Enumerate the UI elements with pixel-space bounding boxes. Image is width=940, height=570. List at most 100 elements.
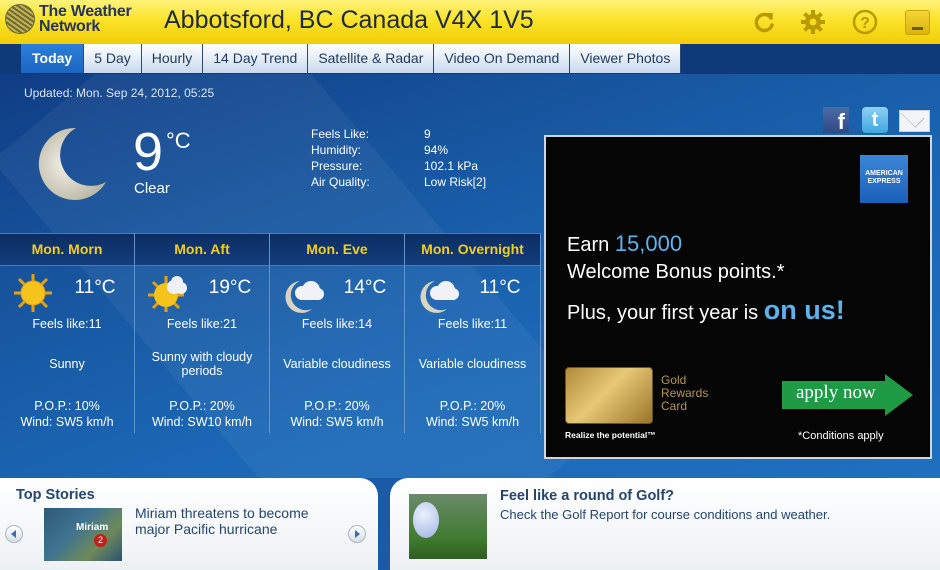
help-icon[interactable]: ?: [852, 9, 878, 35]
ad-headline-2: Welcome Bonus points.*: [567, 261, 785, 283]
tab-hourly[interactable]: Hourly: [141, 44, 204, 73]
detail-label: Feels Like:: [311, 127, 370, 141]
tab-viewer-photos[interactable]: Viewer Photos: [570, 44, 682, 73]
period-wind: Wind: SW5 km/h: [20, 415, 114, 429]
period-feels-like: Feels like:14: [301, 317, 373, 331]
logo-line-2: Network: [39, 18, 101, 35]
period-pop: P.O.P.: 20%: [304, 399, 370, 413]
period-pop-wind: P.O.P.: 10% Wind: SW5 km/h: [0, 398, 134, 430]
weather-network-logo: The Weather Network: [5, 3, 132, 35]
story-headline-link[interactable]: Miriam threatens to become major Pacific…: [135, 505, 309, 537]
arrow-right-icon: [885, 374, 913, 416]
app-header: The Weather Network Abbotsford, BC Canad…: [0, 0, 940, 44]
sun-cloud-icon: [148, 276, 187, 312]
forecast-periods: Mon. Morn 11°C Feels like:11 Sunny P.O.P…: [0, 233, 541, 433]
golf-title[interactable]: Feel like a round of Golf?: [500, 488, 674, 504]
card-name: Gold Rewards Card: [661, 374, 708, 413]
period-description: Sunny with cloudy periods: [151, 350, 253, 378]
tab-5-day[interactable]: 5 Day: [84, 44, 142, 73]
period-pop-wind: P.O.P.: 20% Wind: SW5 km/h: [405, 398, 540, 430]
ad-text: Plus, your first year is: [567, 302, 764, 324]
detail-label: Humidity:: [311, 143, 362, 157]
period-title: Mon. Aft: [135, 233, 269, 266]
nav-tabs: Today 5 Day Hourly 14 Day Trend Satellit…: [21, 44, 682, 73]
period-wind: Wind: SW5 km/h: [290, 415, 384, 429]
period-pop: P.O.P.: 20%: [439, 399, 506, 413]
tab-14-day-trend[interactable]: 14 Day Trend: [203, 44, 309, 73]
ad-headline-1: Earn 15,000: [567, 231, 682, 257]
golf-description: Check the Golf Report for course conditi…: [500, 507, 831, 522]
moon-icon: [38, 127, 106, 200]
hurricane-category-badge: 2: [94, 534, 107, 547]
story-thumbnail[interactable]: Miriam 2: [44, 508, 122, 561]
period-pop-wind: P.O.P.: 20% Wind: SW10 km/h: [135, 398, 269, 430]
current-details: Feels Like: 9 Humidity: 94% Pressure: 102.1…: [311, 126, 486, 190]
detail-row-pressure: Pressure: 102.1 kPa: [311, 158, 486, 174]
detail-row-humidity: Humidity: 94%: [311, 142, 486, 158]
ad-highlight: on us!: [763, 295, 845, 325]
previous-story-button[interactable]: [5, 525, 23, 543]
period-feels-like: Feels like:21: [166, 317, 238, 331]
next-story-button[interactable]: [348, 525, 366, 543]
headline-line: Miriam threatens to become: [135, 505, 309, 521]
current-temperature: 9: [133, 122, 164, 182]
gold-card-image: [565, 367, 653, 424]
apply-now-button[interactable]: apply now: [782, 374, 914, 416]
period-feels-like: Feels like:11: [32, 317, 102, 331]
golf-promo-panel[interactable]: Feel like a round of Golf? Check the Gol…: [390, 478, 940, 570]
minimize-button[interactable]: [905, 10, 930, 35]
golf-thumbnail[interactable]: [409, 494, 487, 559]
apply-now-label: apply now: [796, 382, 876, 403]
forecast-period-morning[interactable]: Mon. Morn 11°C Feels like:11 Sunny P.O.P…: [0, 233, 135, 433]
temperature-unit: °C: [166, 128, 191, 153]
twitter-icon[interactable]: t: [862, 107, 888, 133]
period-wind: Wind: SW5 km/h: [425, 415, 520, 429]
period-temperature: 11°C: [74, 277, 116, 298]
detail-row-feels-like: Feels Like: 9: [311, 126, 486, 142]
detail-row-air-quality: Air Quality: Low Risk[2]: [311, 174, 486, 190]
detail-value: Low Risk[2]: [424, 175, 487, 189]
detail-label: Air Quality:: [311, 175, 370, 189]
updated-timestamp: Updated: Mon. Sep 24, 2012, 05:25: [24, 86, 215, 100]
location-title: Abbotsford, BC Canada V4X 1V5: [164, 6, 534, 34]
ad-tagline: Realize the potential™: [565, 430, 656, 440]
golf-ball-image: [413, 502, 439, 538]
moon-cloud-icon: [285, 281, 324, 313]
period-pop: P.O.P.: 10%: [34, 399, 100, 413]
period-pop: P.O.P.: 20%: [169, 399, 235, 413]
sunny-icon: [14, 274, 52, 312]
forecast-period-evening[interactable]: Mon. Eve 14°C Feels like:14 Variable clo…: [270, 233, 405, 433]
period-feels-like: Feels like:11: [437, 317, 508, 331]
tab-today[interactable]: Today: [21, 44, 85, 73]
gear-icon[interactable]: [800, 9, 826, 35]
period-title: Mon. Morn: [0, 233, 134, 266]
current-condition: Clear: [134, 180, 170, 197]
period-temperature: 11°C: [479, 277, 521, 298]
period-wind: Wind: SW10 km/h: [151, 415, 253, 429]
amex-advertisement[interactable]: AMERICAN EXPRESS Earn 15,000 Welcome Bon…: [544, 135, 932, 459]
tab-satellite-radar[interactable]: Satellite & Radar: [308, 44, 435, 73]
refresh-icon[interactable]: [751, 9, 777, 35]
headline-line: major Pacific hurricane: [135, 521, 278, 537]
forecast-period-overnight[interactable]: Mon. Overnight 11°C Feels like:11 Variab…: [405, 233, 541, 433]
period-description: Sunny: [49, 357, 85, 371]
story-thumbnail-label: Miriam: [76, 522, 109, 533]
globe-logo-icon: [5, 4, 35, 34]
logo-line-1: The Weather: [39, 3, 132, 20]
email-icon[interactable]: [899, 110, 930, 132]
period-description: Variable cloudiness: [283, 357, 391, 371]
period-description: Variable cloudiness: [418, 357, 527, 371]
period-pop-wind: P.O.P.: 20% Wind: SW5 km/h: [270, 398, 404, 430]
bottom-section: Top Stories Miriam 2 Miriam threatens to…: [0, 478, 940, 570]
facebook-icon[interactable]: f: [823, 107, 849, 134]
detail-value: 9: [424, 127, 431, 141]
detail-value: 102.1 kPa: [424, 159, 479, 173]
detail-value: 94%: [424, 143, 449, 157]
period-title: Mon. Overnight: [405, 233, 540, 266]
ad-headline-3: Plus, your first year is on us!: [567, 295, 845, 326]
svg-text:?: ?: [860, 15, 870, 32]
tab-video-on-demand[interactable]: Video On Demand: [434, 44, 571, 73]
detail-label: Pressure:: [311, 159, 363, 173]
forecast-period-afternoon[interactable]: Mon. Aft 19°C Feels like:21 Sunny with c…: [135, 233, 270, 433]
amex-logo: AMERICAN EXPRESS: [860, 155, 908, 203]
